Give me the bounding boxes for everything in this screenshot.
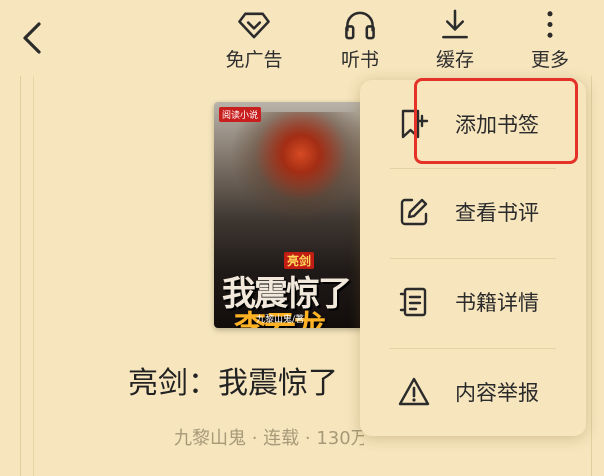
ad-free-label: 免广告: [225, 49, 283, 71]
menu-item-label: 书籍详情: [455, 291, 539, 315]
cache-button[interactable]: 缓存: [419, 8, 491, 72]
cache-label: 缓存: [435, 49, 474, 71]
listen-button[interactable]: 听书: [324, 8, 396, 72]
menu-item-add-bookmark[interactable]: 添加书签: [360, 80, 586, 168]
cover-badge: 阅读小说: [219, 107, 262, 122]
top-toolbar: 免广告 听书 缓存 更多: [0, 0, 604, 76]
more-menu: 添加书签 查看书评 书籍详情 内容举报: [360, 80, 586, 436]
menu-item-label: 内容举报: [455, 381, 539, 405]
download-icon: [442, 9, 468, 39]
menu-item-label: 查看书评: [455, 201, 539, 225]
book-cover[interactable]: 阅读小说 亮剑 我震惊了 李云龙 九黎山鬼/著: [214, 102, 372, 328]
more-label: 更多: [530, 49, 569, 71]
diamond-icon: [238, 12, 270, 39]
more-vertical-icon: [547, 11, 553, 38]
listen-label: 听书: [340, 49, 379, 71]
menu-item-view-reviews[interactable]: 查看书评: [360, 168, 586, 256]
cover-artwork: [214, 112, 372, 232]
menu-item-report-content[interactable]: 内容举报: [360, 348, 586, 436]
book-title: 亮剑：我震惊了: [128, 366, 338, 401]
book-details-icon: [398, 286, 430, 318]
back-arrow-icon: [23, 22, 41, 54]
back-button[interactable]: [14, 18, 50, 58]
ad-free-button[interactable]: 免广告: [218, 8, 290, 72]
headphones-icon: [345, 11, 375, 40]
bookmark-add-icon: [398, 108, 430, 140]
book-meta: 九黎山鬼 · 连载 · 130万字: [174, 428, 364, 449]
menu-item-label: 添加书签: [455, 113, 539, 137]
more-button[interactable]: 更多: [514, 8, 586, 72]
warning-report-icon: [398, 376, 430, 408]
menu-item-book-details[interactable]: 书籍详情: [360, 258, 586, 346]
edit-review-icon: [398, 196, 430, 228]
cover-author: 九黎山鬼/著: [256, 315, 305, 325]
